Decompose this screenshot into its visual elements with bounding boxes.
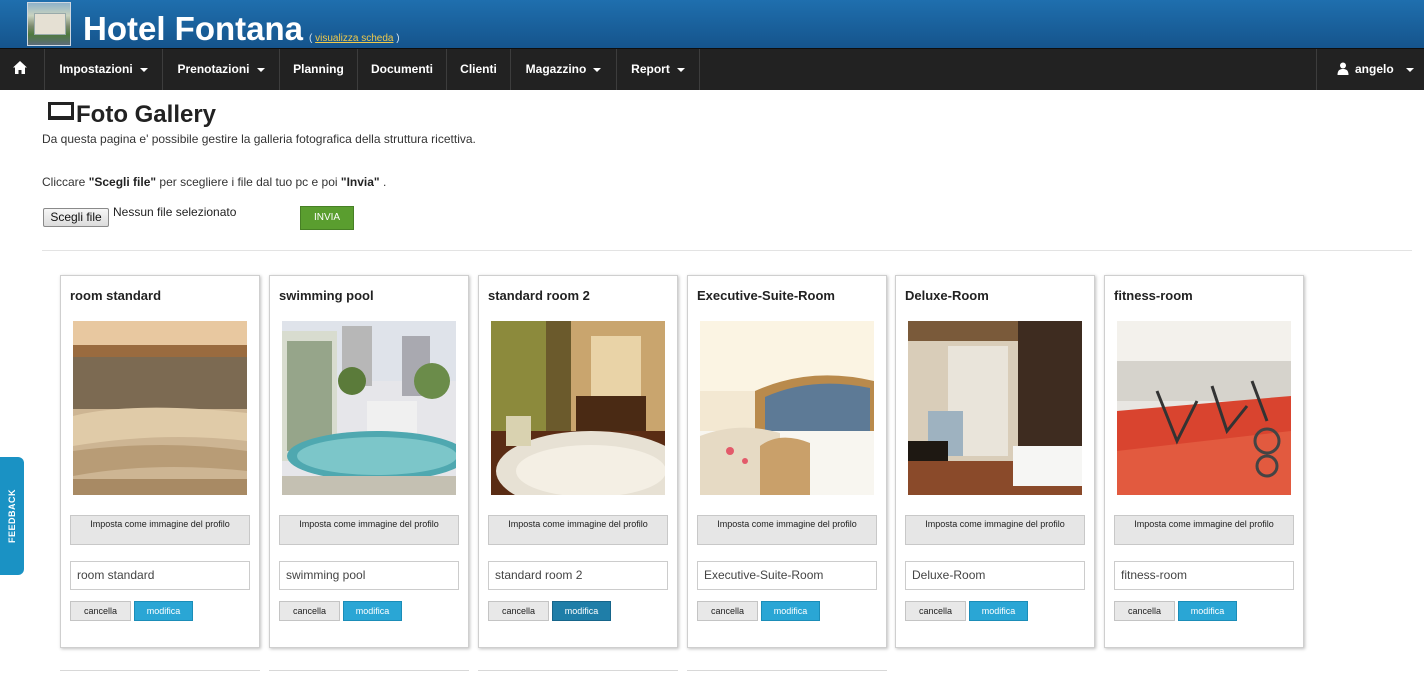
nav-clienti[interactable]: Clienti — [447, 49, 511, 90]
photo-standard-room-2 — [491, 321, 665, 495]
hotel-logo[interactable] — [27, 2, 71, 46]
photo-swimming-pool — [282, 321, 456, 495]
edit-button[interactable]: modifica — [1178, 601, 1237, 621]
nav-planning[interactable]: Planning — [280, 49, 358, 90]
delete-button[interactable]: cancella — [905, 601, 966, 621]
set-profile-button[interactable]: Imposta come immagine del profilo — [279, 515, 459, 545]
gallery-card: fitness-room Imposta come immagine del p… — [1104, 275, 1304, 648]
view-profile-link-wrapper: ( visualizza scheda ) — [309, 33, 400, 44]
instr-send: "Invia" — [340, 175, 380, 189]
photo-name-input[interactable]: standard room 2 — [488, 561, 668, 590]
view-profile-link[interactable]: visualizza scheda — [315, 33, 393, 44]
upload-instructions: Cliccare "Scegli file" per scegliere i f… — [42, 175, 386, 189]
send-button[interactable]: INVIA — [300, 206, 354, 230]
chevron-down-icon — [676, 67, 685, 72]
next-row-card-edge — [478, 670, 678, 674]
gallery-card: swimming pool Imposta come immagine del … — [269, 275, 469, 648]
delete-button[interactable]: cancella — [70, 601, 131, 621]
next-row-card-edge — [60, 670, 260, 674]
instr-text-2: per scegliere i file dal tuo pc e poi — [156, 175, 341, 189]
set-profile-button[interactable]: Imposta come immagine del profilo — [697, 515, 877, 545]
choose-file-button[interactable]: Scegli file — [43, 208, 109, 227]
hotel-name: Hotel Fontana — [83, 10, 303, 47]
card-title: swimming pool — [279, 288, 374, 303]
photo-deluxe-room — [908, 321, 1082, 495]
instr-text-3: . — [379, 175, 387, 189]
user-menu[interactable]: angelo — [1316, 49, 1424, 90]
set-profile-button[interactable]: Imposta come immagine del profilo — [905, 515, 1085, 545]
nav-impostazioni[interactable]: Impostazioni — [45, 49, 163, 90]
instr-choose: "Scegli file" — [88, 175, 157, 189]
edit-button[interactable]: modifica — [969, 601, 1028, 621]
next-row-card-edge — [687, 670, 887, 674]
card-title: standard room 2 — [488, 288, 590, 303]
photo-room-standard — [73, 321, 247, 495]
file-status: Nessun file selezionato — [113, 205, 237, 219]
chevron-down-icon — [1405, 67, 1414, 72]
chevron-down-icon — [593, 67, 602, 72]
gallery-card: room standard Imposta come immagine del … — [60, 275, 260, 648]
feedback-tab[interactable]: FEEDBACK — [0, 457, 24, 575]
home-icon — [13, 61, 27, 74]
set-profile-button[interactable]: Imposta come immagine del profilo — [1114, 515, 1294, 545]
nav-label: Report — [631, 62, 670, 76]
delete-button[interactable]: cancella — [1114, 601, 1175, 621]
page-title-text: Foto Gallery — [76, 101, 217, 128]
photo-name-input[interactable]: Executive-Suite-Room — [697, 561, 877, 590]
edit-button[interactable]: modifica — [552, 601, 611, 621]
nav-documenti[interactable]: Documenti — [358, 49, 447, 90]
next-row-card-edge — [269, 670, 469, 674]
nav-label: Magazzino — [525, 62, 587, 76]
photo-fitness-room — [1117, 321, 1291, 495]
nav-report[interactable]: Report — [617, 49, 700, 90]
delete-button[interactable]: cancella — [279, 601, 340, 621]
edit-button[interactable]: modifica — [761, 601, 820, 621]
chevron-down-icon — [139, 67, 148, 72]
card-title: fitness-room — [1114, 288, 1193, 303]
gallery-card: Executive-Suite-Room Imposta come immagi… — [687, 275, 887, 648]
user-icon — [1337, 62, 1349, 75]
user-name: angelo — [1355, 62, 1394, 76]
photo-name-input[interactable]: swimming pool — [279, 561, 459, 590]
card-title: Deluxe-Room — [905, 288, 989, 303]
divider — [42, 250, 1412, 251]
photo-name-input[interactable]: Deluxe-Room — [905, 561, 1085, 590]
nav-prenotazioni[interactable]: Prenotazioni — [163, 49, 280, 90]
photo-executive-suite-room — [700, 321, 874, 495]
page-title: Foto Gallery — [48, 101, 216, 129]
gallery-card: standard room 2 Imposta come immagine de… — [478, 275, 678, 648]
set-profile-button[interactable]: Imposta come immagine del profilo — [488, 515, 668, 545]
nav-home[interactable] — [0, 49, 45, 90]
monitor-icon — [48, 102, 74, 120]
app-header: Hotel Fontana ( visualizza scheda ) — [0, 0, 1424, 48]
delete-button[interactable]: cancella — [697, 601, 758, 621]
photo-name-input[interactable]: room standard — [70, 561, 250, 590]
feedback-label: FEEDBACK — [7, 488, 17, 544]
edit-button[interactable]: modifica — [134, 601, 193, 621]
nav-label: Clienti — [460, 62, 497, 76]
card-title: Executive-Suite-Room — [697, 288, 835, 303]
edit-button[interactable]: modifica — [343, 601, 402, 621]
page-intro: Da questa pagina e' possibile gestire la… — [42, 132, 476, 146]
instr-text-1: Cliccare — [42, 175, 89, 189]
nav-label: Impostazioni — [59, 62, 133, 76]
view-link-suffix: ) — [393, 33, 400, 44]
nav-label: Documenti — [370, 62, 433, 76]
nav-label: Planning — [293, 62, 344, 76]
delete-button[interactable]: cancella — [488, 601, 549, 621]
main-navbar: Impostazioni Prenotazioni Planning Docum… — [0, 48, 1424, 90]
card-title: room standard — [70, 288, 162, 303]
chevron-down-icon — [256, 67, 265, 72]
set-profile-button[interactable]: Imposta come immagine del profilo — [70, 515, 250, 545]
photo-name-input[interactable]: fitness-room — [1114, 561, 1294, 590]
gallery-card: Deluxe-Room Imposta come immagine del pr… — [895, 275, 1095, 648]
nav-magazzino[interactable]: Magazzino — [511, 49, 617, 90]
nav-label: Prenotazioni — [177, 62, 250, 76]
